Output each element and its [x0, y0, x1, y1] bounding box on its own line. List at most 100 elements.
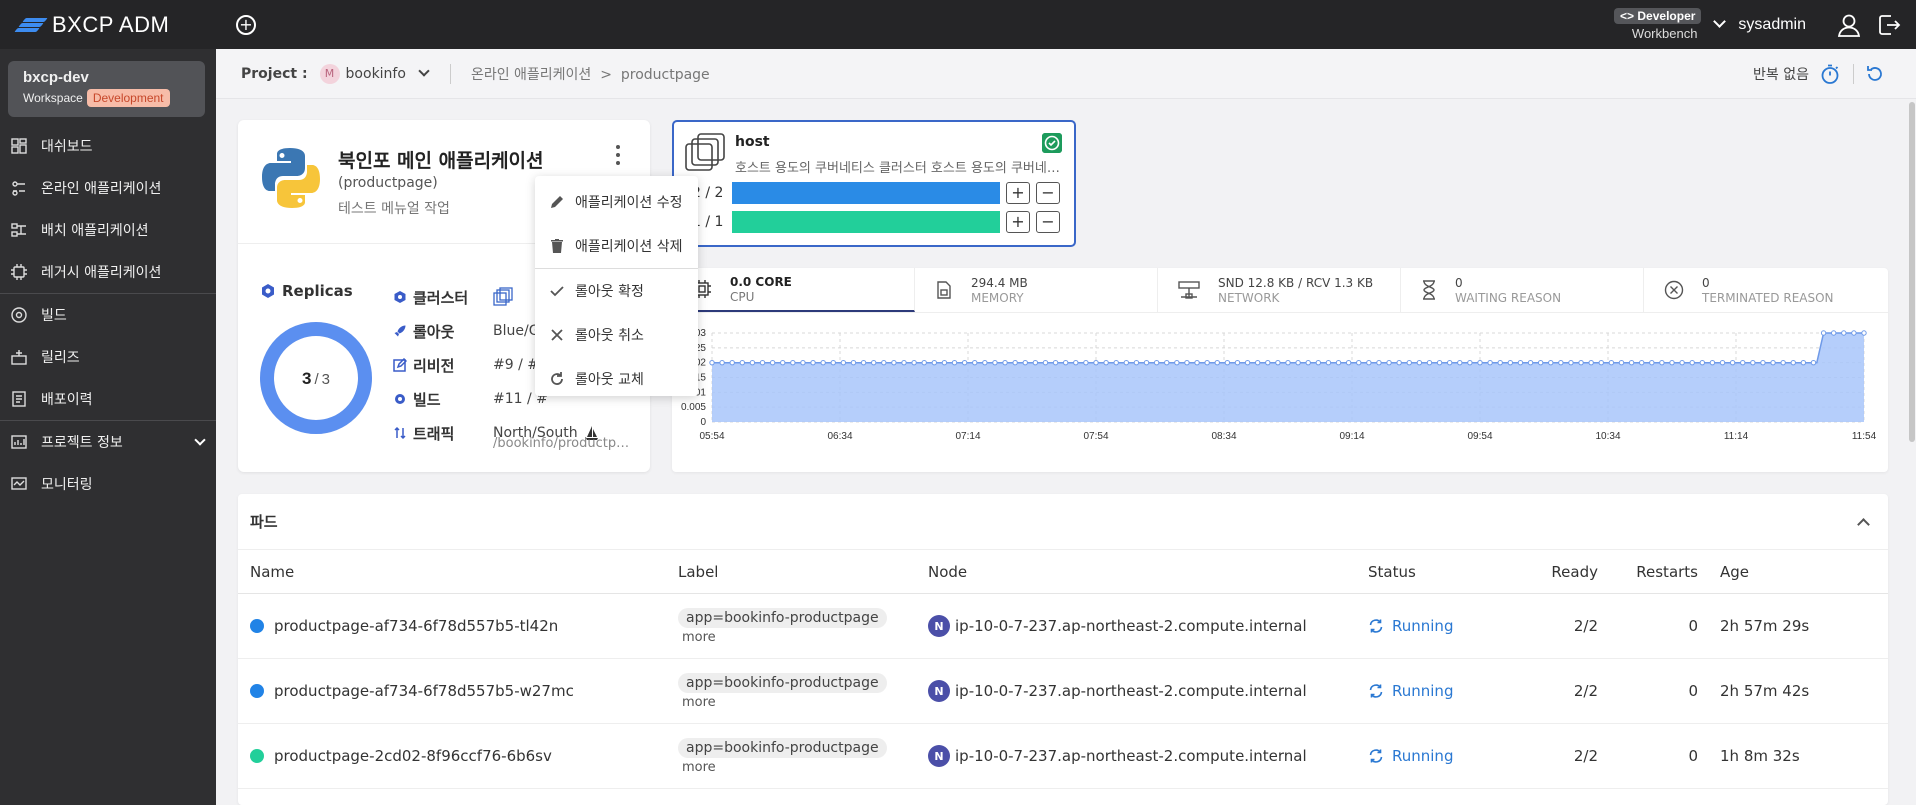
- metric-value: 0: [1702, 275, 1710, 290]
- sidebar-item-online-apps[interactable]: 온라인 애플리케이션: [0, 167, 216, 209]
- workspace-card[interactable]: bxcp-dev Workspace Development: [8, 61, 205, 117]
- pod-status: Running: [1392, 747, 1454, 765]
- chevron-up-icon[interactable]: [1857, 517, 1870, 531]
- menu-item-label: 롤아웃 교체: [575, 372, 644, 388]
- data-point: [1396, 359, 1402, 366]
- data-point: [850, 359, 857, 366]
- table-row[interactable]: productpage-af734-6f78d557b5-w27mc app=b…: [238, 659, 1888, 724]
- tab-memory[interactable]: 294.4 MB MEMORY: [915, 268, 1158, 312]
- table-row[interactable]: productpage-af734-6f78d557b5-tl42n app=b…: [238, 594, 1888, 659]
- sidebar-item-deploy-history[interactable]: 배포이력: [0, 378, 216, 420]
- more-options-icon[interactable]: [610, 142, 626, 168]
- data-point: [719, 359, 725, 366]
- pods-table-header: Name Label Node Status Ready Restarts Ag…: [238, 550, 1888, 594]
- logo-mark-icon: [14, 17, 48, 33]
- more-link[interactable]: more: [678, 695, 928, 710]
- node-avatar: N: [928, 745, 950, 767]
- cluster-stack-icon: [685, 133, 725, 171]
- timer-icon[interactable]: [1819, 63, 1841, 85]
- logout-icon[interactable]: [1876, 12, 1902, 38]
- data-point: [1750, 359, 1756, 366]
- increase-button[interactable]: +: [1006, 211, 1030, 233]
- pod-name[interactable]: productpage-af734-6f78d557b5-w27mc: [274, 682, 574, 700]
- tab-terminated-reason[interactable]: 0 TERMINATED REASON: [1644, 268, 1887, 312]
- breadcrumb-parent[interactable]: 온라인 애플리케이션: [471, 67, 591, 83]
- data-point: [1052, 359, 1059, 366]
- x-tick-label: 07:14: [955, 431, 980, 442]
- data-point: [1325, 359, 1332, 366]
- scrollbar-thumb[interactable]: [1909, 102, 1915, 442]
- confirm-rollout-menu-item[interactable]: 롤아웃 확정: [535, 269, 698, 313]
- sidebar-item-label: 배치 애플리케이션: [41, 223, 149, 239]
- data-point: [992, 359, 998, 366]
- refresh-icon[interactable]: [1864, 63, 1886, 85]
- label-chip: app=bookinfo-productpage: [678, 672, 887, 693]
- data-point: [961, 359, 968, 366]
- check-circle-icon: [1042, 133, 1062, 153]
- col-label[interactable]: Label: [678, 563, 928, 581]
- pod-name[interactable]: productpage-af734-6f78d557b5-tl42n: [274, 617, 558, 635]
- data-point: [1810, 359, 1817, 366]
- sidebar-item-project-info[interactable]: 프로젝트 정보: [0, 421, 216, 463]
- sidebar-item-dashboard[interactable]: 대쉬보드: [0, 125, 216, 167]
- host-cluster-card[interactable]: host 호스트 용도의 쿠버네티스 클러스터 호스트 용도의 쿠버네티스 클러…: [672, 120, 1076, 247]
- data-point: [1477, 359, 1483, 366]
- sidebar-item-label: 온라인 애플리케이션: [41, 181, 162, 197]
- chevron-down-icon[interactable]: [194, 433, 206, 446]
- decrease-button[interactable]: −: [1036, 182, 1060, 204]
- replicas-label: Replicas: [282, 282, 353, 300]
- chevron-down-icon[interactable]: [418, 65, 430, 77]
- sidebar-item-monitoring[interactable]: 모니터링: [0, 463, 216, 505]
- tab-network[interactable]: SND 12.8 KB / RCV 1.3 KB NETWORK: [1158, 268, 1401, 312]
- table-row[interactable]: productpage-2cd02-8f96ccf76-6b6sv app=bo…: [238, 724, 1888, 789]
- project-name[interactable]: bookinfo: [346, 66, 406, 82]
- col-restarts[interactable]: Restarts: [1598, 563, 1698, 581]
- replace-rollout-menu-item[interactable]: 롤아웃 교체: [535, 357, 698, 401]
- data-point: [1689, 359, 1695, 366]
- data-point: [1254, 359, 1261, 366]
- data-point: [769, 359, 776, 366]
- data-point: [1446, 359, 1453, 366]
- data-point: [1841, 330, 1847, 336]
- sidebar-item-legacy-apps[interactable]: 레거시 애플리케이션: [0, 251, 216, 293]
- x-tick-label: 10:34: [1595, 431, 1620, 442]
- repeat-label[interactable]: 반복 없음: [1753, 64, 1809, 84]
- label-chip: app=bookinfo-productpage: [678, 607, 887, 628]
- more-link[interactable]: more: [678, 630, 928, 645]
- sidebar-item-release[interactable]: 릴리즈: [0, 336, 216, 378]
- metric-label: CPU: [730, 289, 755, 304]
- col-age[interactable]: Age: [1698, 563, 1749, 581]
- pod-ready: 2/2: [1573, 682, 1598, 700]
- user-icon[interactable]: [1836, 12, 1862, 38]
- history-icon: [12, 391, 26, 407]
- more-link[interactable]: more: [678, 760, 928, 775]
- tab-cpu[interactable]: 0.0 CORE CPU: [672, 268, 915, 312]
- edit-app-menu-item[interactable]: 애플리케이션 수정: [535, 180, 698, 224]
- x-tick-label: 11:54: [1852, 431, 1877, 442]
- data-point: [1032, 359, 1039, 366]
- sidebar-item-build[interactable]: 빌드: [0, 294, 216, 336]
- app-logo[interactable]: BXCP ADM: [14, 12, 180, 38]
- add-icon[interactable]: +: [236, 14, 256, 35]
- pod-name[interactable]: productpage-2cd02-8f96ccf76-6b6sv: [274, 747, 552, 765]
- sidebar-item-batch-apps[interactable]: 배치 애플리케이션: [0, 209, 216, 251]
- chevron-down-icon[interactable]: [1713, 15, 1727, 28]
- col-ready[interactable]: Ready: [1518, 563, 1598, 581]
- node-avatar: N: [928, 680, 950, 702]
- increase-button[interactable]: +: [1006, 182, 1030, 204]
- delete-app-menu-item[interactable]: 애플리케이션 삭제: [535, 224, 698, 268]
- cancel-rollout-menu-item[interactable]: 롤아웃 취소: [535, 313, 698, 357]
- metric-value: 0.0 CORE: [730, 274, 792, 289]
- col-status[interactable]: Status: [1368, 563, 1518, 581]
- info-key-label: 리비전: [413, 356, 455, 375]
- label-chip: app=bookinfo-productpage: [678, 737, 887, 758]
- tab-waiting-reason[interactable]: 0 WAITING REASON: [1401, 268, 1644, 312]
- decrease-button[interactable]: −: [1036, 211, 1060, 233]
- data-point: [790, 359, 796, 366]
- col-node[interactable]: Node: [928, 563, 1368, 581]
- workbench-switcher[interactable]: <> Developer Workbench: [1614, 8, 1702, 41]
- app-subtitle: (productpage): [338, 175, 438, 191]
- col-name[interactable]: Name: [238, 563, 678, 581]
- data-point: [1851, 330, 1857, 336]
- cluster-stack-icon[interactable]: [493, 287, 515, 307]
